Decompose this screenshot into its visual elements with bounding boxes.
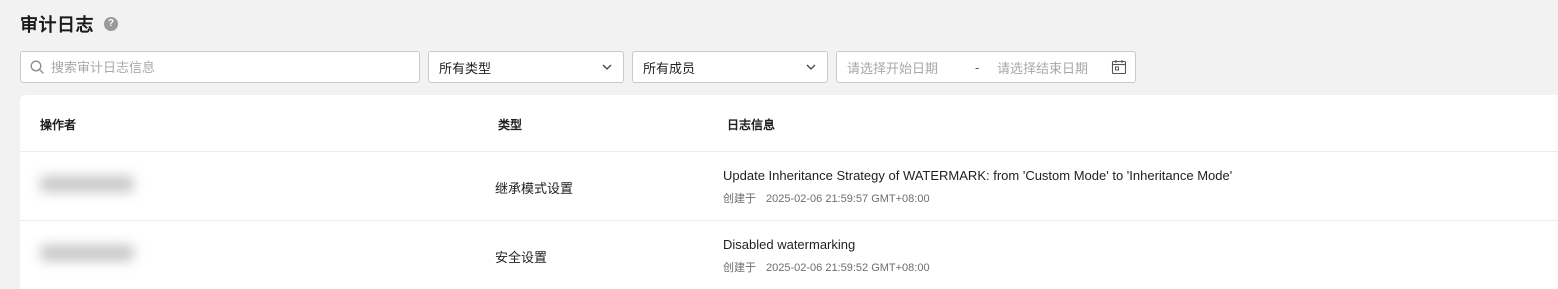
- question-circle-icon[interactable]: ?: [104, 17, 118, 31]
- operator-redacted: [40, 245, 134, 261]
- date-separator: -: [975, 59, 980, 75]
- created-timestamp: 2025-02-06 21:59:57 GMT+08:00: [766, 193, 930, 205]
- log-type: 安全设置: [495, 250, 548, 265]
- member-select-value: 所有成员: [643, 60, 696, 76]
- created-label: 创建于: [723, 193, 756, 205]
- created-label: 创建于: [723, 262, 756, 274]
- column-header-operator: 操作者: [40, 118, 77, 132]
- page-title: 审计日志: [20, 15, 94, 35]
- column-header-log-info: 日志信息: [727, 118, 776, 132]
- log-message: Disabled watermarking: [723, 237, 856, 252]
- operator-redacted: [40, 176, 134, 192]
- start-date-input[interactable]: 请选择开始日期: [847, 58, 975, 77]
- log-type: 继承模式设置: [495, 181, 574, 196]
- log-created-at: 创建于 2025-02-06 21:59:57 GMT+08:00: [723, 190, 930, 206]
- member-select[interactable]: 所有成员: [632, 51, 828, 83]
- type-select[interactable]: 所有类型: [428, 51, 624, 83]
- log-created-at: 创建于 2025-02-06 21:59:52 GMT+08:00: [723, 259, 930, 275]
- column-header-type: 类型: [498, 118, 523, 132]
- audit-log-table: 操作者 类型 日志信息 继承模式设置 Update Inheritance St…: [20, 95, 1558, 289]
- date-range-picker[interactable]: 请选择开始日期 - 请选择结束日期: [836, 51, 1136, 83]
- end-date-input[interactable]: 请选择结束日期: [997, 58, 1109, 77]
- chevron-down-icon: [602, 64, 612, 70]
- type-select-value: 所有类型: [439, 60, 492, 76]
- log-message: Update Inheritance Strategy of WATERMARK…: [723, 168, 1233, 183]
- calendar-icon[interactable]: [1111, 59, 1127, 75]
- created-timestamp: 2025-02-06 21:59:52 GMT+08:00: [766, 262, 930, 274]
- search-box[interactable]: [20, 51, 420, 83]
- table-row: 继承模式设置 Update Inheritance Strategy of WA…: [20, 151, 1558, 220]
- chevron-down-icon: [806, 64, 816, 70]
- search-input[interactable]: [51, 59, 391, 75]
- page-header: 审计日志 ?: [20, 11, 118, 37]
- search-icon: [30, 60, 44, 74]
- table-row: 安全设置 Disabled watermarking 创建于 2025-02-06…: [20, 220, 1558, 289]
